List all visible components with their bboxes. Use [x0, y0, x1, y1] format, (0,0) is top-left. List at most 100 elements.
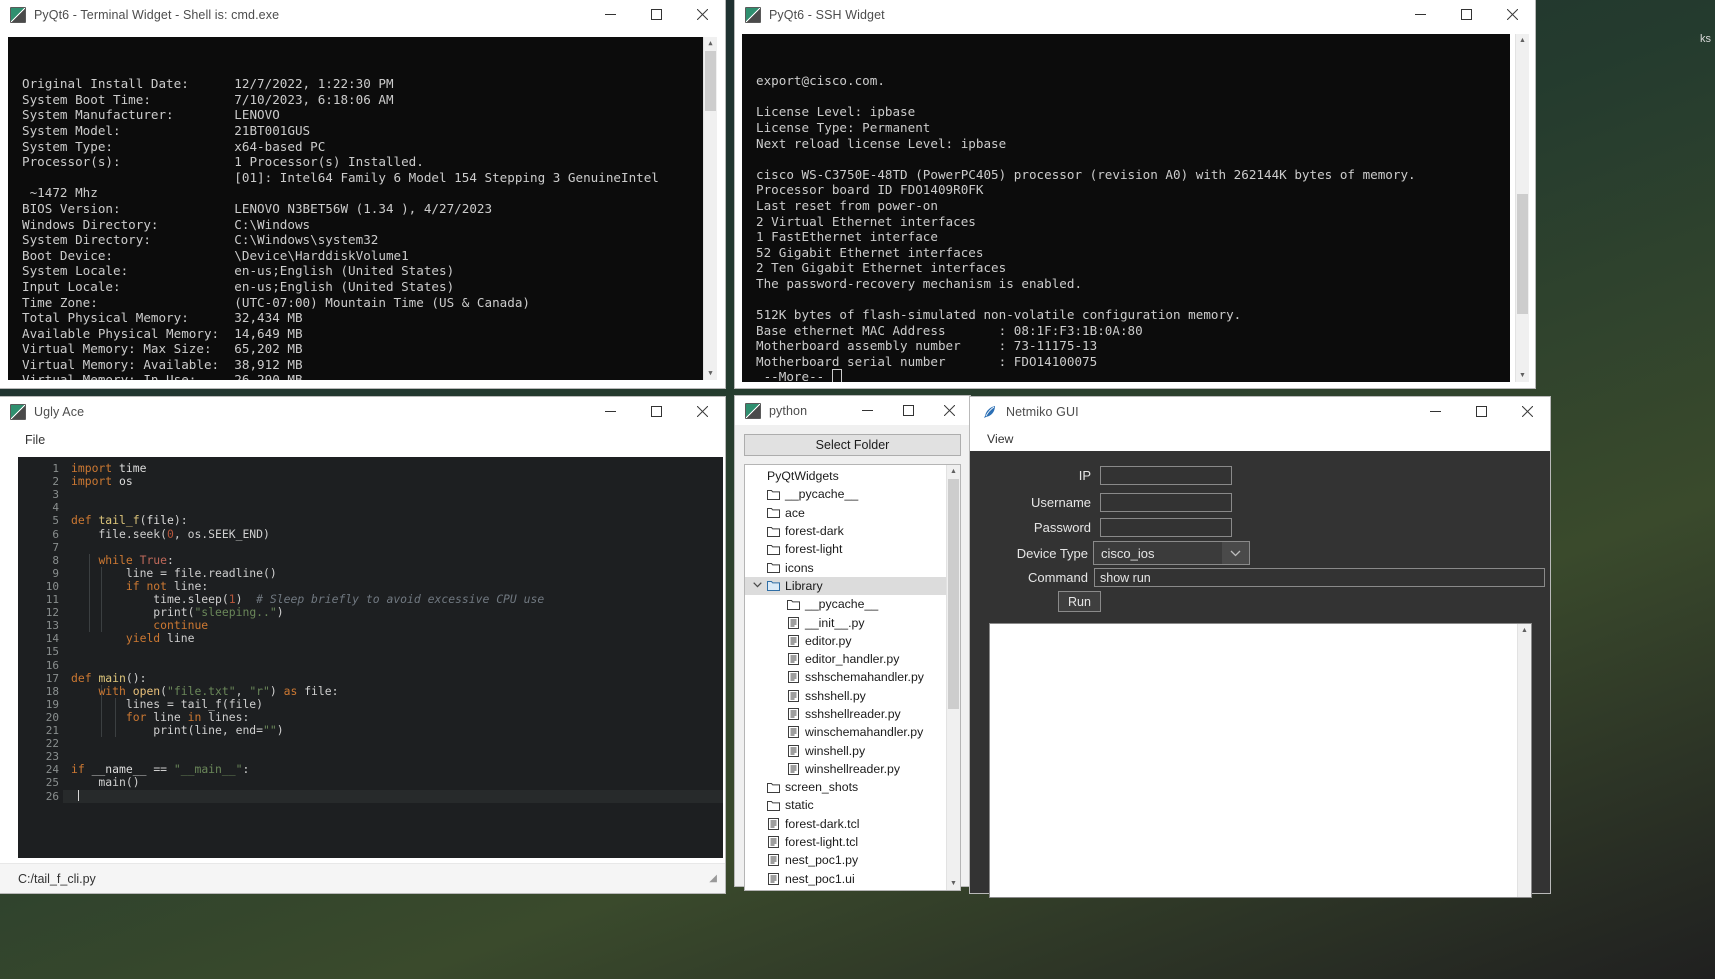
close-button[interactable]	[929, 396, 970, 425]
line-number: 4	[52, 501, 59, 515]
close-button[interactable]	[679, 0, 725, 29]
output-pane[interactable]: ▲	[989, 623, 1532, 898]
device-type-select[interactable]: cisco_ios	[1093, 541, 1250, 565]
tree-item[interactable]: __pycache__	[745, 595, 946, 613]
tree-item[interactable]: sshshellreader.py	[745, 705, 946, 723]
username-input[interactable]	[1100, 493, 1232, 512]
minimize-button[interactable]	[1412, 397, 1458, 426]
close-button[interactable]	[1504, 397, 1550, 426]
minimize-button[interactable]	[587, 397, 633, 426]
scroll-up-icon[interactable]: ▲	[1516, 34, 1529, 47]
code-line[interactable]	[71, 737, 723, 750]
scrollbar-thumb[interactable]	[705, 51, 716, 111]
scroll-down-icon[interactable]: ▼	[947, 877, 960, 890]
resize-grip-icon[interactable]: ◢	[709, 873, 717, 884]
ip-input[interactable]	[1100, 466, 1232, 485]
scroll-down-icon[interactable]: ▼	[704, 367, 717, 380]
titlebar-python[interactable]: python	[735, 396, 970, 426]
code-line[interactable]	[71, 789, 723, 803]
window-python-browser[interactable]: python Select Folder PyQtWidgets __pycach…	[735, 396, 970, 891]
select-folder-button[interactable]: Select Folder	[744, 434, 961, 456]
close-button[interactable]	[1489, 0, 1535, 29]
tree-item-label: icons	[785, 560, 814, 575]
tree-item[interactable]: editor.py	[745, 632, 946, 650]
tree-item[interactable]: editor_handler.py	[745, 650, 946, 668]
tree-item[interactable]: __pycache__	[745, 485, 946, 503]
minimize-button[interactable]	[587, 0, 633, 29]
scrollbar-thumb[interactable]	[948, 479, 959, 709]
file-tree[interactable]: PyQtWidgets __pycache__ ace forest-dark fore…	[744, 464, 961, 891]
maximize-button[interactable]	[888, 396, 929, 425]
terminal-output-text: Original Install Date: 12/7/2022, 1:22:3…	[8, 68, 717, 380]
scroll-down-icon[interactable]: ▼	[1516, 369, 1529, 382]
tree-item[interactable]: forest-light	[745, 540, 946, 558]
tree-item[interactable]: winschemahandler.py	[745, 723, 946, 741]
editor-text-layer[interactable]: import time import os def tail_f(file): f…	[63, 457, 723, 858]
run-button[interactable]: Run	[1058, 591, 1101, 612]
window-ugly-ace[interactable]: Ugly Ace File 12345▾678▾910▾111213141516…	[0, 397, 725, 893]
tree-item[interactable]: screen_shots	[745, 778, 946, 796]
scroll-up-icon[interactable]: ▲	[947, 465, 960, 478]
window-ssh-widget[interactable]: PyQt6 - SSH Widget export@cisco.com. Lic…	[735, 0, 1535, 388]
tree-root-item[interactable]: PyQtWidgets	[745, 467, 946, 485]
code-line[interactable]	[71, 659, 723, 672]
scroll-up-icon[interactable]: ▲	[704, 37, 717, 50]
tree-item[interactable]: static	[745, 796, 946, 814]
tree-item[interactable]: icons	[745, 558, 946, 576]
editor-gutter[interactable]: 12345▾678▾910▾11121314151617▾18▾1920▾212…	[18, 457, 68, 858]
tree-vertical-scrollbar[interactable]: ▲ ▼	[946, 465, 960, 890]
terminal-vertical-scrollbar[interactable]: ▲ ▼	[703, 37, 717, 380]
tree-item[interactable]: forest-light.tcl	[745, 833, 946, 851]
chevron-down-icon[interactable]	[1222, 542, 1249, 564]
close-button[interactable]	[679, 397, 725, 426]
command-input[interactable]: show run	[1094, 568, 1545, 587]
code-line[interactable]: file.seek(0, os.SEEK_END)	[71, 527, 723, 541]
tree-item[interactable]: nest_poc1.ui	[745, 870, 946, 888]
maximize-button[interactable]	[633, 0, 679, 29]
maximize-button[interactable]	[1458, 397, 1504, 426]
window-netmiko-gui[interactable]: Netmiko GUI View IP Username Password De…	[970, 397, 1550, 898]
code-line[interactable]	[71, 488, 723, 501]
titlebar-netmiko[interactable]: Netmiko GUI	[970, 397, 1550, 427]
password-input[interactable]	[1100, 518, 1232, 537]
titlebar-terminal[interactable]: PyQt6 - Terminal Widget - Shell is: cmd.…	[0, 0, 725, 30]
chevron-down-icon[interactable]	[749, 581, 765, 590]
ssh-vertical-scrollbar[interactable]: ▲ ▼	[1515, 34, 1529, 382]
tree-item[interactable]: ace	[745, 504, 946, 522]
code-token: tail_f	[98, 513, 140, 528]
tree-item[interactable]: sshshell.py	[745, 687, 946, 705]
minimize-button[interactable]	[1397, 0, 1443, 29]
window-terminal-widget[interactable]: PyQt6 - Terminal Widget - Shell is: cmd.…	[0, 0, 725, 388]
code-line[interactable]	[71, 645, 723, 658]
ssh-output-area[interactable]: export@cisco.com. License Level: ipbase L…	[742, 34, 1510, 382]
maximize-button[interactable]	[633, 397, 679, 426]
line-number: 17▾	[46, 672, 68, 685]
tree-item[interactable]: forest-dark	[745, 522, 946, 540]
output-vertical-scrollbar[interactable]: ▲	[1517, 624, 1531, 897]
tree-item[interactable]: forest-dark.tcl	[745, 815, 946, 833]
tree-item[interactable]: nest_poc1.py	[745, 851, 946, 869]
scrollbar-thumb[interactable]	[1517, 194, 1528, 314]
code-editor[interactable]: 12345▾678▾910▾11121314151617▾18▾1920▾212…	[18, 457, 723, 858]
code-line[interactable]: if __name__ == "__main__":	[71, 763, 723, 776]
minimize-button[interactable]	[847, 396, 888, 425]
terminal-output-area[interactable]: Original Install Date: 12/7/2022, 1:22:3…	[8, 37, 717, 380]
menu-item-view[interactable]: View	[982, 430, 1018, 448]
code-line[interactable]: print(line, end="")	[71, 723, 723, 737]
maximize-button[interactable]	[1443, 0, 1489, 29]
menu-item-file[interactable]: File	[18, 430, 52, 450]
code-line[interactable]: import time	[71, 461, 723, 475]
code-token: def	[71, 513, 92, 528]
code-line[interactable]: main()	[71, 776, 723, 789]
titlebar-ssh[interactable]: PyQt6 - SSH Widget	[735, 0, 1535, 30]
scroll-up-icon[interactable]: ▲	[1518, 624, 1531, 637]
tree-item[interactable]: winshellreader.py	[745, 760, 946, 778]
tree-item[interactable]: Library	[745, 576, 946, 596]
tree-item[interactable]: winshell.py	[745, 741, 946, 759]
tree-item[interactable]: sshschemahandler.py	[745, 668, 946, 686]
code-line[interactable]: yield line	[71, 632, 723, 645]
tree-item[interactable]: __init__.py	[745, 613, 946, 631]
code-line[interactable]: import os	[71, 475, 723, 488]
ssh-line: cisco WS-C3750E-48TD (PowerPC405) proces…	[756, 166, 1416, 182]
titlebar-ace[interactable]: Ugly Ace	[0, 397, 725, 427]
